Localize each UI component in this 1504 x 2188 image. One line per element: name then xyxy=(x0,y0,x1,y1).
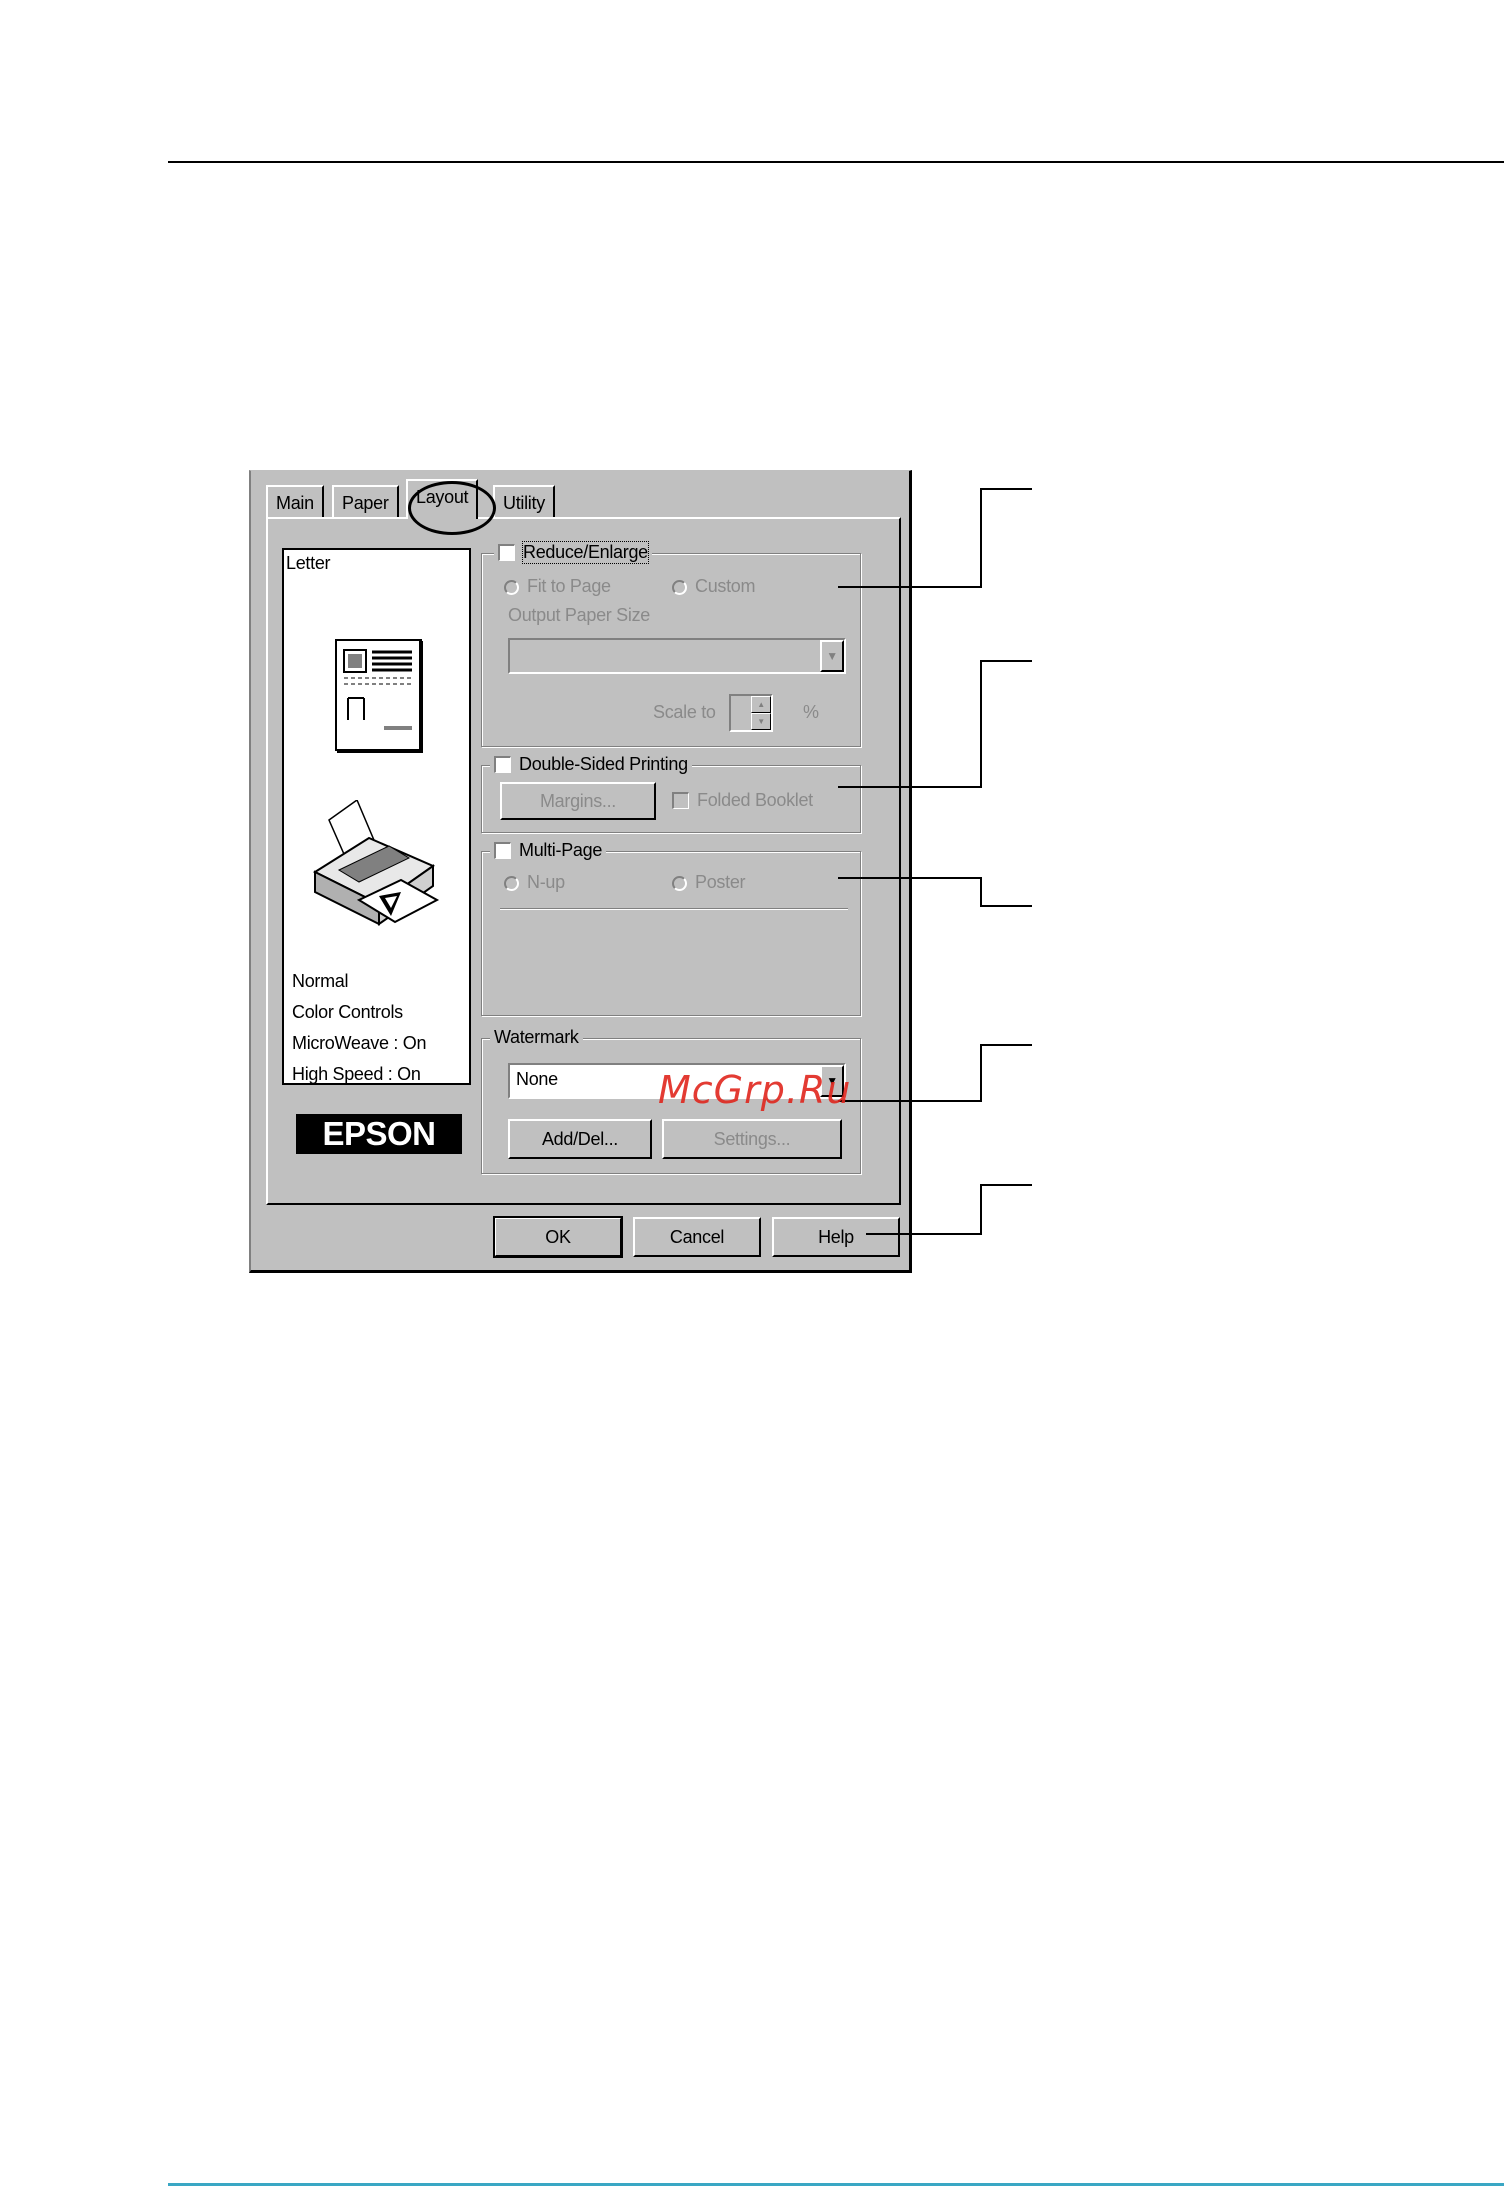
fit-to-page-label: Fit to Page xyxy=(527,576,611,596)
n-up-radio[interactable]: N-up xyxy=(504,872,565,893)
reduce-enlarge-label: Reduce/Enlarge xyxy=(522,541,649,564)
fit-to-page-radio[interactable]: Fit to Page xyxy=(504,576,611,597)
multi-page-check[interactable] xyxy=(494,842,511,859)
watermark-settings-label: Settings... xyxy=(713,1128,791,1149)
output-paper-size-label: Output Paper Size xyxy=(508,605,650,625)
cancel-label: Cancel xyxy=(669,1226,725,1247)
watermark-settings-button[interactable]: Settings... xyxy=(662,1119,842,1159)
n-up-radio-dot[interactable] xyxy=(504,875,519,891)
fit-to-page-radio-dot[interactable] xyxy=(504,579,519,595)
folded-booklet-label: Folded Booklet xyxy=(697,790,813,810)
custom-radio[interactable]: Custom xyxy=(672,576,756,597)
printer-properties-dialog: Main Paper Layout Utility Letter Normal … xyxy=(249,470,912,1273)
tab-layout-label: Layout xyxy=(416,487,469,507)
output-paper-size-select[interactable]: ▼ xyxy=(508,638,846,674)
tab-main-label: Main xyxy=(276,493,314,513)
site-watermark-text: McGrp.Ru xyxy=(658,1068,852,1112)
poster-radio-dot[interactable] xyxy=(672,875,687,891)
watermark-legend: Watermark xyxy=(490,1027,583,1048)
add-del-label: Add/Del... xyxy=(541,1128,619,1149)
reduce-enlarge-group: Reduce/Enlarge Fit to Page Custom Output… xyxy=(481,541,861,747)
spin-up-icon[interactable]: ▲ xyxy=(751,696,771,713)
multi-page-checkbox[interactable]: Multi-Page xyxy=(490,840,607,861)
double-sided-label: Double-Sided Printing xyxy=(519,754,688,774)
tab-utility[interactable]: Utility xyxy=(493,485,555,517)
double-sided-checkbox[interactable]: Double-Sided Printing xyxy=(490,754,692,775)
scale-to-label: Scale to xyxy=(653,702,716,722)
n-up-label: N-up xyxy=(527,872,565,892)
help-label: Help xyxy=(818,1226,854,1247)
ok-button[interactable]: OK xyxy=(493,1216,623,1258)
folded-booklet-checkbox[interactable]: Folded Booklet xyxy=(672,790,813,811)
tab-paper-label: Paper xyxy=(342,493,389,513)
cancel-button[interactable]: Cancel xyxy=(633,1217,761,1257)
status-microweave: MicroWeave : On xyxy=(292,1033,427,1053)
watermark-selected-value: None xyxy=(516,1069,558,1089)
spin-down-icon[interactable]: ▼ xyxy=(751,713,771,730)
help-button[interactable]: Help xyxy=(772,1217,900,1257)
chevron-down-icon[interactable]: ▼ xyxy=(820,640,844,672)
scale-to-spinner[interactable]: ▲ ▼ xyxy=(729,694,773,732)
margins-label: Margins... xyxy=(539,790,617,811)
tab-utility-label: Utility xyxy=(503,493,545,513)
custom-radio-dot[interactable] xyxy=(672,579,687,595)
double-sided-check[interactable] xyxy=(494,756,511,773)
preview-paper-label: Letter xyxy=(286,553,331,573)
custom-label: Custom xyxy=(695,576,756,596)
multi-page-group: Multi-Page N-up Poster xyxy=(481,840,861,1016)
poster-radio[interactable]: Poster xyxy=(672,872,746,893)
tab-layout[interactable]: Layout xyxy=(406,479,479,519)
ok-label: OK xyxy=(545,1226,571,1247)
percent-label: % xyxy=(803,702,819,722)
status-print-quality: Normal xyxy=(292,971,349,991)
reduce-enlarge-check[interactable] xyxy=(498,544,515,561)
folded-booklet-check[interactable] xyxy=(672,792,689,809)
status-color-controls: Color Controls xyxy=(292,1002,403,1022)
status-high-speed: High Speed : On xyxy=(292,1064,421,1084)
header-rule xyxy=(168,161,1504,163)
multi-page-divider xyxy=(500,908,848,909)
tab-paper[interactable]: Paper xyxy=(332,485,399,517)
reduce-enlarge-checkbox[interactable]: Reduce/Enlarge xyxy=(494,541,652,564)
printer-illustration-icon xyxy=(312,800,440,926)
tab-main[interactable]: Main xyxy=(266,485,324,517)
print-preview: Letter Normal Color Controls MicroWeave … xyxy=(282,548,471,1085)
add-del-button[interactable]: Add/Del... xyxy=(508,1119,652,1159)
page-layout-icon xyxy=(335,639,423,753)
margins-button[interactable]: Margins... xyxy=(500,782,656,820)
poster-label: Poster xyxy=(695,872,746,892)
footer-rule xyxy=(168,2183,1504,2186)
double-sided-group: Double-Sided Printing Margins... Folded … xyxy=(481,754,861,833)
epson-logo: EPSON xyxy=(296,1114,462,1154)
multi-page-label: Multi-Page xyxy=(519,840,603,860)
watermark-label: Watermark xyxy=(494,1027,579,1047)
